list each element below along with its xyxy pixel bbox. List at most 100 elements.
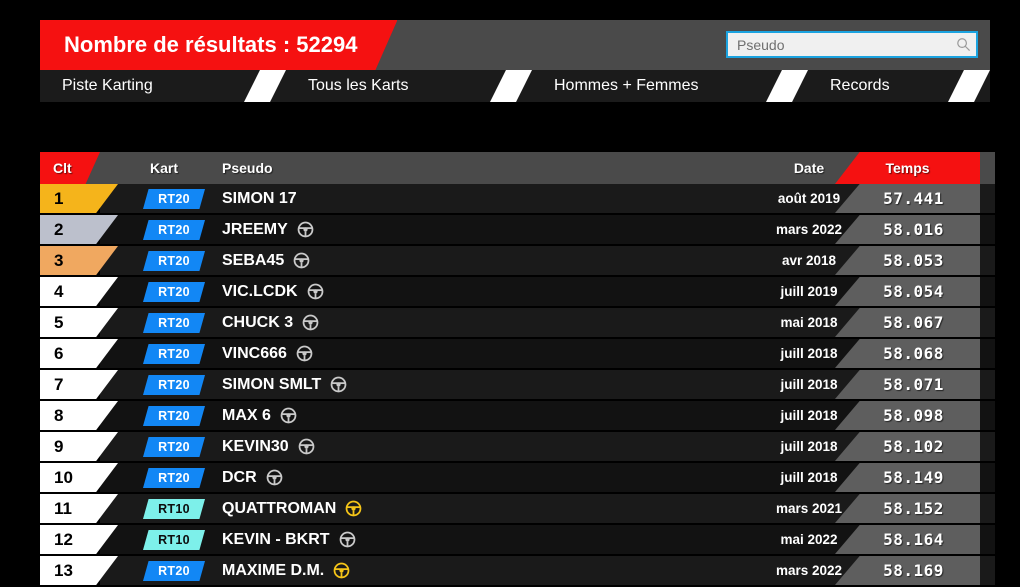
steering-wheel-icon xyxy=(298,438,315,455)
nav-tab-tous-les-karts[interactable]: Tous les Karts xyxy=(286,70,476,102)
cell-kart-badge: RT10 xyxy=(143,530,205,550)
pseudo-value: DCR xyxy=(222,468,257,486)
kart-label: RT20 xyxy=(158,409,190,423)
cell-kart-badge: RT20 xyxy=(143,437,205,457)
column-header-rank[interactable]: Clt xyxy=(40,152,100,184)
cell-kart-badge: RT20 xyxy=(143,251,205,271)
nav-tab-hommes-femmes[interactable]: Hommes + Femmes xyxy=(532,70,752,102)
time-value: 58.169 xyxy=(883,561,944,580)
cell-time: 58.016 xyxy=(835,215,980,244)
kart-label: RT10 xyxy=(158,533,190,547)
kart-label: RT20 xyxy=(158,223,190,237)
table-row[interactable]: 12 RT10 KEVIN - BKRT mai 2022 58.164 xyxy=(40,525,995,556)
rank-value: 13 xyxy=(54,560,73,580)
cell-pseudo: MAX 6 xyxy=(222,401,297,430)
time-value: 58.098 xyxy=(883,406,944,425)
steering-wheel-icon xyxy=(302,314,319,331)
kart-label: RT20 xyxy=(158,471,190,485)
cell-kart-badge: RT20 xyxy=(143,344,205,364)
table-row[interactable]: 11 RT10 QUATTROMAN mars 2021 58.152 xyxy=(40,494,995,525)
steering-wheel-icon xyxy=(345,500,362,517)
nav-tab-label: Hommes + Femmes xyxy=(554,77,699,94)
steering-wheel-icon xyxy=(296,345,313,362)
cell-pseudo: KEVIN - BKRT xyxy=(222,525,356,554)
steering-wheel-icon xyxy=(330,376,347,393)
rank-value: 6 xyxy=(54,343,64,363)
cell-kart-badge: RT20 xyxy=(143,313,205,333)
cell-time: 58.068 xyxy=(835,339,980,368)
nav-tab-label: Tous les Karts xyxy=(308,77,409,94)
kart-label: RT20 xyxy=(158,285,190,299)
table-row[interactable]: 7 RT20 SIMON SMLT juill 2018 58.071 xyxy=(40,370,995,401)
time-value: 58.071 xyxy=(883,375,944,394)
kart-label: RT20 xyxy=(158,254,190,268)
search-icon[interactable] xyxy=(950,37,976,52)
results-count-banner: Nombre de résultats : 52294 xyxy=(40,20,397,70)
nav-tab-piste-karting[interactable]: Piste Karting xyxy=(40,70,230,102)
pseudo-value: VIC.LCDK xyxy=(222,282,298,300)
table-row[interactable]: 8 RT20 MAX 6 juill 2018 58.098 xyxy=(40,401,995,432)
steering-wheel-icon xyxy=(307,283,323,300)
steering-wheel-icon xyxy=(280,407,297,424)
table-row[interactable]: 13 RT20 MAXIME D.M. mars 2022 58.169 xyxy=(40,556,995,587)
search-box[interactable] xyxy=(726,31,978,58)
pseudo-value: SIMON 17 xyxy=(222,189,297,207)
date-value: mai 2022 xyxy=(780,532,838,547)
cell-kart-badge: RT20 xyxy=(143,561,205,581)
table-row[interactable]: 3 RT20 SEBA45 avr 2018 58.053 xyxy=(40,246,995,277)
column-header-kart[interactable]: Kart xyxy=(150,152,178,184)
pseudo-value: SEBA45 xyxy=(222,251,285,269)
cell-time: 58.053 xyxy=(835,246,980,275)
date-value: juill 2018 xyxy=(780,408,838,423)
kart-label: RT20 xyxy=(158,564,190,578)
time-value: 58.016 xyxy=(883,220,944,239)
table-row[interactable]: 9 RT20 KEVIN30 juill 2018 58.102 xyxy=(40,432,995,463)
rank-value: 10 xyxy=(54,467,73,487)
table-row[interactable]: 6 RT20 VINC666 juill 2018 58.068 xyxy=(40,339,995,370)
rank-value: 7 xyxy=(54,374,64,394)
table-row[interactable]: 4 RT20 VIC.LCDK juill 2019 58.054 xyxy=(40,277,995,308)
steering-wheel-icon xyxy=(297,221,314,238)
rank-value: 11 xyxy=(54,498,72,518)
nav-tab-records[interactable]: Records xyxy=(808,70,934,102)
cell-pseudo: CHUCK 3 xyxy=(222,308,319,337)
cell-time: 58.164 xyxy=(835,525,980,554)
kart-label: RT20 xyxy=(158,192,190,206)
cell-pseudo: DCR xyxy=(222,463,283,492)
pseudo-value: JREEMY xyxy=(222,220,288,238)
kart-label: RT10 xyxy=(158,502,190,516)
steering-wheel-icon xyxy=(293,252,310,269)
table-row[interactable]: 5 RT20 CHUCK 3 mai 2018 58.067 xyxy=(40,308,995,339)
cell-kart-badge: RT20 xyxy=(143,220,205,240)
top-bar: Nombre de résultats : 52294 xyxy=(40,20,990,70)
rank-value: 12 xyxy=(54,529,73,549)
leaderboard-table: Clt Kart Pseudo Date Temps 1 RT20 SIMON 17… xyxy=(40,152,995,587)
table-row[interactable]: 1 RT20 SIMON 17 août 2019 57.441 xyxy=(40,184,995,215)
nav-separator-icon xyxy=(766,70,808,102)
time-value: 58.164 xyxy=(883,530,944,549)
time-value: 58.102 xyxy=(883,437,944,456)
table-row[interactable]: 2 RT20 JREEMY mars 2022 58.016 xyxy=(40,215,995,246)
cell-time: 58.169 xyxy=(835,556,980,585)
results-count-label: Nombre de résultats : 52294 xyxy=(64,32,358,57)
date-value: juill 2018 xyxy=(780,377,838,392)
date-value: avr 2018 xyxy=(781,253,837,268)
rank-value: 9 xyxy=(54,436,64,456)
time-value: 58.053 xyxy=(883,251,944,270)
table-row[interactable]: 10 RT20 DCR juill 2018 58.149 xyxy=(40,463,995,494)
nav-separator-icon xyxy=(490,70,532,102)
time-value: 58.067 xyxy=(883,313,944,332)
column-header-time[interactable]: Temps xyxy=(835,152,980,184)
cell-pseudo: SIMON 17 xyxy=(222,184,297,213)
cell-time: 57.441 xyxy=(835,184,980,213)
rank-value: 8 xyxy=(54,405,64,425)
search-input[interactable] xyxy=(728,36,950,53)
cell-pseudo: VINC666 xyxy=(222,339,313,368)
cell-time: 58.054 xyxy=(835,277,980,306)
pseudo-value: MAX 6 xyxy=(222,406,271,424)
nav-separator-icon xyxy=(948,70,990,102)
column-header-pseudo[interactable]: Pseudo xyxy=(222,152,273,184)
steering-wheel-icon xyxy=(333,562,350,579)
date-value: juill 2019 xyxy=(780,284,838,299)
column-header-label: Pseudo xyxy=(222,160,273,176)
